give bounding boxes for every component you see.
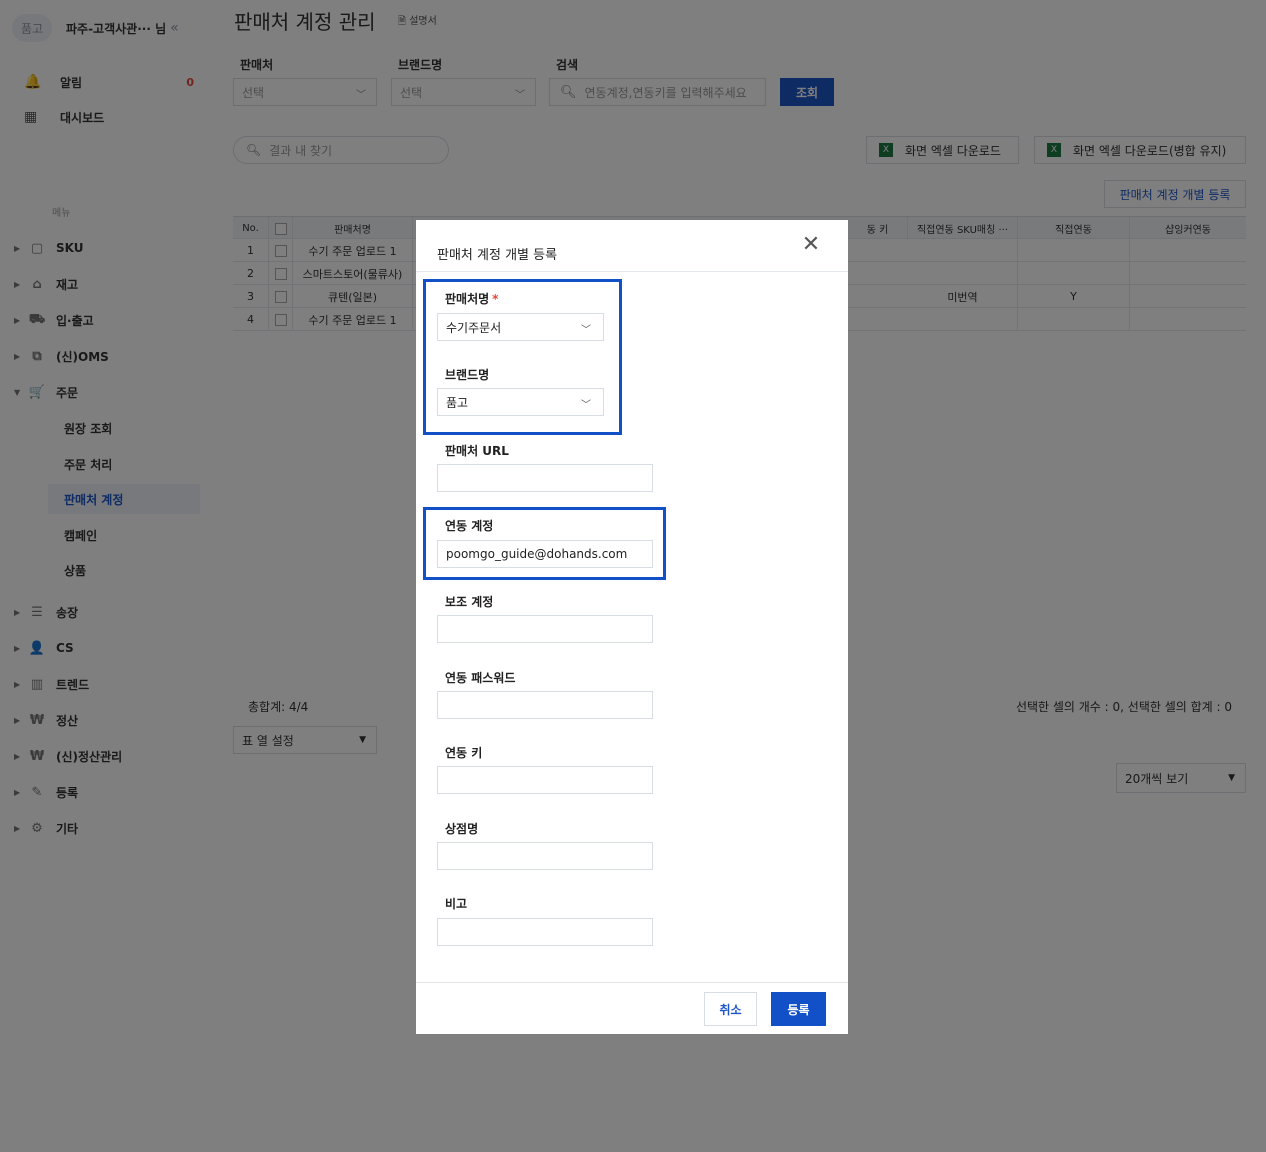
vendor-name-value: 수기주문서 xyxy=(446,320,502,335)
brand-name-value: 품고 xyxy=(446,395,469,410)
note-label: 비고 xyxy=(445,897,468,911)
store-name-input[interactable] xyxy=(437,842,653,870)
close-icon[interactable]: ✕ xyxy=(800,234,822,256)
modal-header-divider xyxy=(416,271,848,272)
chevron-down-icon: ﹀ xyxy=(581,400,591,411)
vendor-name-select[interactable]: 수기주문서 ﹀ xyxy=(437,313,604,341)
brand-name-select[interactable]: 품고 ﹀ xyxy=(437,388,604,416)
linked-account-input[interactable]: poomgo_guide@dohands.com xyxy=(437,540,653,568)
required-mark: * xyxy=(492,292,499,306)
vendor-name-label-text: 판매처명 xyxy=(445,292,490,306)
vendor-url-input[interactable] xyxy=(437,464,653,492)
submit-button[interactable]: 등록 xyxy=(771,992,826,1026)
note-input[interactable] xyxy=(437,918,653,946)
vendor-url-label: 판매처 URL xyxy=(445,444,509,458)
register-account-modal: 판매처 계정 개별 등록 ✕ 판매처명 * 수기주문서 ﹀ 브랜드명 품고 ﹀ 판… xyxy=(416,220,848,1034)
sub-account-input[interactable] xyxy=(437,615,653,643)
cancel-button[interactable]: 취소 xyxy=(704,992,757,1026)
linked-key-input[interactable] xyxy=(437,766,653,794)
linked-account-label: 연동 계정 xyxy=(445,519,494,533)
brand-name-label: 브랜드명 xyxy=(445,368,490,382)
linked-password-label: 연동 패스워드 xyxy=(445,671,516,685)
linked-password-input[interactable] xyxy=(437,691,653,719)
store-name-label: 상점명 xyxy=(445,822,479,836)
chevron-down-icon: ﹀ xyxy=(581,325,591,336)
sub-account-label: 보조 계정 xyxy=(445,595,494,609)
vendor-name-label: 판매처명 * xyxy=(445,290,498,307)
modal-footer-divider xyxy=(416,982,848,983)
modal-title: 판매처 계정 개별 등록 xyxy=(437,248,558,263)
linked-key-label: 연동 키 xyxy=(445,746,483,760)
